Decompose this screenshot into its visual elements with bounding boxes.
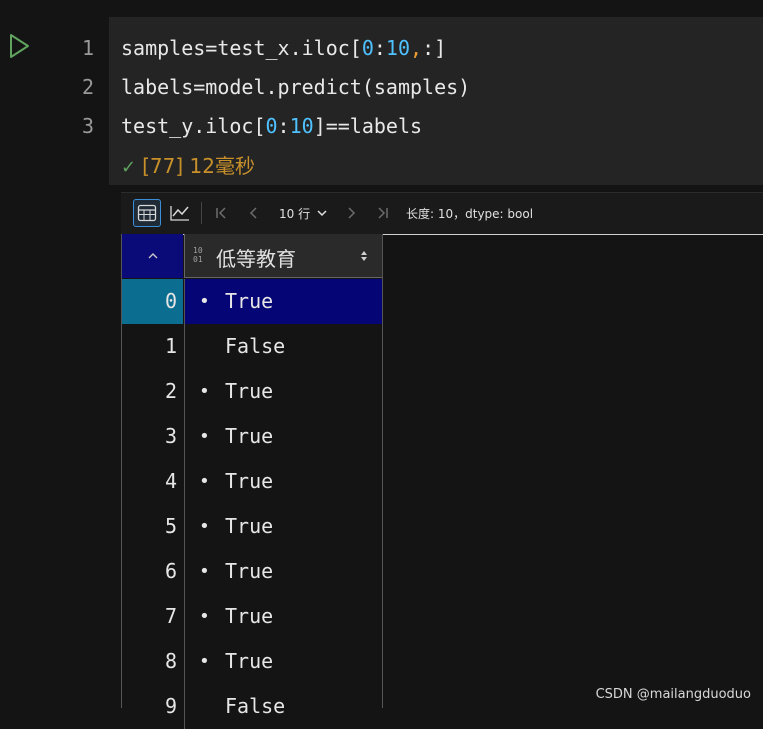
row-index: 9 [164, 694, 177, 718]
code-token: samples=test_x.iloc[ [121, 36, 362, 60]
code-token: , [410, 36, 423, 60]
code-token: 0 [361, 36, 374, 60]
table-icon [137, 204, 157, 222]
row-index: 4 [164, 469, 177, 493]
code-line: test_y.iloc[0:10]==labels [121, 107, 422, 146]
table-row[interactable]: 4 • True [122, 459, 382, 504]
row-index: 3 [164, 424, 177, 448]
table-row[interactable]: 2 • True [122, 369, 382, 414]
row-index: 6 [164, 559, 177, 583]
cell-text: True [225, 649, 274, 673]
table-row[interactable]: 1 False [122, 324, 382, 369]
line-chart-icon [170, 206, 189, 221]
true-indicator-icon: • [199, 381, 210, 402]
cell-text: True [225, 469, 274, 493]
row-index: 0 [122, 279, 183, 324]
cell-text: False [225, 334, 286, 358]
row-index: 7 [164, 604, 177, 628]
chevron-right-icon [348, 207, 356, 219]
sort-icon[interactable] [360, 250, 368, 262]
line-number: 1 [81, 36, 94, 60]
true-indicator-icon: • [199, 516, 210, 537]
row-index: 5 [164, 514, 177, 538]
cell-value[interactable]: • True [184, 369, 382, 414]
prev-page-button[interactable] [243, 201, 265, 225]
cell-value[interactable]: False [184, 684, 382, 729]
code-token: test_y.iloc[ [121, 114, 266, 138]
play-icon [10, 34, 29, 58]
execution-status-text: [77] 12毫秒 [142, 154, 255, 178]
code-token: 0 [265, 114, 278, 138]
true-indicator-icon: • [199, 606, 210, 627]
true-indicator-icon: • [199, 561, 210, 582]
chevron-down-icon [317, 210, 327, 217]
index-header[interactable] [122, 234, 183, 278]
grid-right-border [382, 234, 383, 708]
line-number: 3 [81, 114, 94, 138]
code-token: :] [422, 36, 447, 60]
cell-value[interactable]: • True [184, 549, 382, 594]
first-page-icon [216, 207, 226, 219]
true-indicator-icon: • [199, 651, 210, 672]
line-number: 2 [81, 75, 94, 99]
cell-value[interactable]: False [184, 324, 382, 369]
true-indicator-icon: • [199, 426, 210, 447]
row-index: 2 [164, 379, 177, 403]
run-cell-button[interactable] [6, 32, 32, 60]
watermark: CSDN @mailangduoduo [595, 687, 751, 702]
row-index: 1 [164, 334, 177, 358]
cell-value[interactable]: • True [184, 504, 382, 549]
cell-text: True [225, 559, 274, 583]
series-info: 长度: 10，dtype: bool [406, 206, 534, 221]
last-page-icon [378, 207, 388, 219]
cell-value[interactable]: • True [184, 639, 382, 684]
table-row[interactable]: 8 • True [122, 639, 382, 684]
code-line: labels=model.predict(samples) [121, 68, 470, 107]
code-token: : [277, 114, 290, 138]
cell-text: True [225, 424, 274, 448]
table-row[interactable]: 6 • True [122, 549, 382, 594]
code-line: samples=test_x.iloc[0:10,:] [121, 29, 446, 68]
execution-status: ✓ [77] 12毫秒 [121, 148, 255, 186]
chart-view-button[interactable] [166, 199, 194, 227]
chevron-left-icon [249, 207, 257, 219]
code-token: ]==labels [313, 114, 423, 138]
code-token: 10 [385, 36, 411, 60]
true-indicator-icon: • [199, 291, 210, 312]
cell-value[interactable]: • True [184, 414, 382, 459]
true-indicator-icon: • [199, 471, 210, 492]
cell-text: True [225, 379, 274, 403]
check-icon: ✓ [121, 157, 137, 178]
table-row[interactable]: 0 • True [122, 279, 382, 324]
table-row[interactable]: 7 • True [122, 594, 382, 639]
cell-text: True [225, 604, 274, 628]
next-page-button[interactable] [340, 201, 362, 225]
column-header[interactable]: 10 01 低等教育 [184, 234, 382, 278]
table-view-button[interactable] [133, 199, 161, 227]
data-grid: 10 01 低等教育 0 • True 1 False 2 • True 3 • True 4 • Tru… [121, 234, 383, 729]
output-toolbar: 10 行 长度: 10，dtype: bool [121, 192, 763, 235]
toolbar-divider [201, 202, 202, 224]
column-name: 低等教育 [216, 247, 296, 271]
last-page-button[interactable] [372, 201, 394, 225]
code-token: : [373, 36, 386, 60]
first-page-button[interactable] [210, 201, 232, 225]
cell-value[interactable]: • True [184, 459, 382, 504]
table-row[interactable]: 9 False [122, 684, 382, 729]
table-row[interactable]: 5 • True [122, 504, 382, 549]
chevron-up-icon [148, 253, 157, 259]
rows-per-page-select[interactable]: 10 行 [279, 201, 328, 225]
cell-text: True [225, 514, 274, 538]
cell-text: True [225, 289, 274, 313]
code-token: 10 [289, 114, 314, 138]
cell-text: False [225, 694, 286, 718]
rows-per-page-label: 10 行 [279, 206, 311, 221]
code-token: labels=model.predict(samples) [121, 75, 471, 99]
cell-value[interactable]: • True [184, 594, 382, 639]
boolean-type-icon: 10 01 [193, 246, 203, 264]
table-row[interactable]: 3 • True [122, 414, 382, 459]
row-index: 8 [164, 649, 177, 673]
cell-value[interactable]: • True [184, 279, 382, 324]
